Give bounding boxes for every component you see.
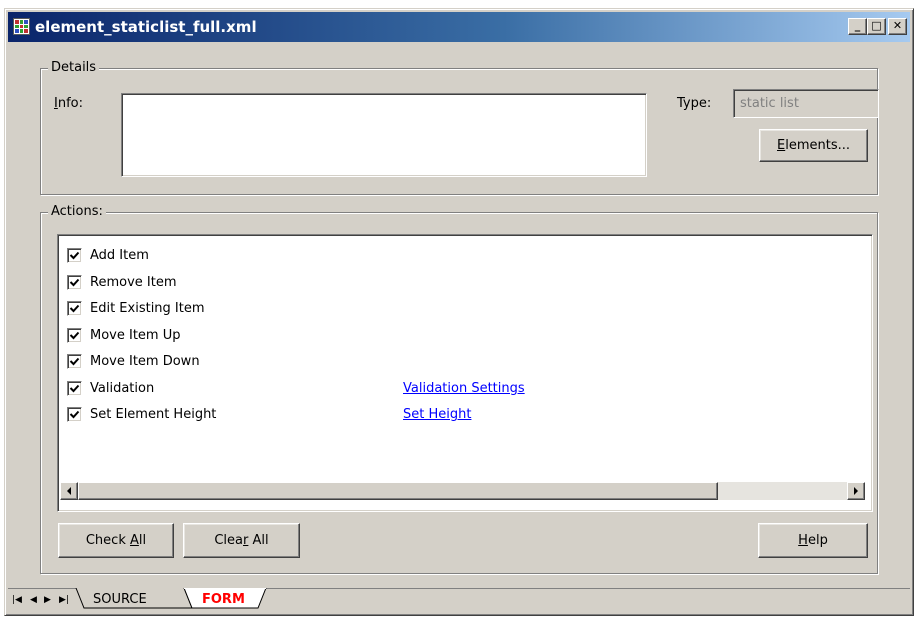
- info-label-text: nfo:: [57, 96, 83, 111]
- list-item[interactable]: Edit Existing Item: [67, 297, 767, 321]
- list-item-label: Set Element Height: [90, 407, 217, 422]
- maximize-icon: □: [871, 19, 882, 32]
- details-legend: Details: [48, 60, 100, 76]
- type-field: static list: [733, 89, 879, 118]
- checkbox[interactable]: [67, 301, 82, 316]
- first-sheet-icon[interactable]: |◀: [12, 595, 22, 605]
- scroll-right-icon: [854, 487, 858, 495]
- prev-sheet-icon[interactable]: ◀: [30, 595, 37, 605]
- clear-all-text-post: All: [248, 533, 269, 548]
- list-item[interactable]: Set Element Height Set Height: [67, 403, 767, 427]
- elements-button-mnemonic: E: [777, 138, 786, 153]
- elements-button-text: lements...: [785, 138, 850, 153]
- minimize-icon: _: [854, 19, 861, 32]
- checkbox[interactable]: [67, 328, 82, 343]
- info-label: Info:: [54, 96, 83, 112]
- list-item-label: Validation: [90, 381, 155, 396]
- elements-button[interactable]: Elements...: [759, 129, 868, 162]
- last-sheet-icon[interactable]: ▶|: [59, 595, 69, 605]
- checkmark-icon: [69, 331, 80, 340]
- check-all-text-post: ll: [138, 533, 147, 548]
- list-item[interactable]: Move Item Up: [67, 324, 767, 348]
- clear-all-button[interactable]: Clear All: [183, 523, 300, 558]
- next-sheet-icon[interactable]: ▶: [44, 595, 51, 605]
- actions-legend: Actions:: [48, 204, 106, 220]
- type-label: Type:: [677, 96, 712, 111]
- help-button[interactable]: Help: [758, 523, 868, 558]
- info-textarea[interactable]: [121, 93, 647, 177]
- scrollbar-thumb[interactable]: [78, 482, 718, 500]
- sheet-tab-bar: |◀ ◀ ▶ ▶| SOURCE FORM: [8, 588, 910, 612]
- list-item[interactable]: Validation Validation Settings: [67, 377, 767, 401]
- checkmark-icon: [69, 384, 80, 393]
- list-item[interactable]: Remove Item: [67, 271, 767, 295]
- scroll-left-button[interactable]: [60, 482, 78, 500]
- help-mnemonic: H: [798, 533, 808, 548]
- list-item-label: Remove Item: [90, 275, 177, 290]
- checkbox[interactable]: [67, 248, 82, 263]
- clear-all-text-pre: Clea: [214, 533, 244, 548]
- checkmark-icon: [69, 304, 80, 313]
- list-item[interactable]: Move Item Down: [67, 350, 767, 374]
- title-bar[interactable]: element_staticlist_full.xml _ □ ✕: [8, 12, 910, 42]
- actions-list[interactable]: Add Item Remove Item Edit Existing Item Mov…: [57, 234, 873, 512]
- list-item-label: Edit Existing Item: [90, 301, 205, 316]
- check-all-mnemonic: A: [129, 533, 139, 548]
- list-item-label: Add Item: [90, 248, 149, 263]
- checkbox[interactable]: [67, 354, 82, 369]
- settings-link[interactable]: Validation Settings: [403, 381, 525, 397]
- scroll-right-button[interactable]: [847, 482, 865, 500]
- horizontal-scrollbar[interactable]: [60, 482, 865, 500]
- checkmark-icon: [69, 278, 80, 287]
- list-item-label: Move Item Up: [90, 328, 181, 343]
- checkbox[interactable]: [67, 381, 82, 396]
- close-icon: ✕: [892, 19, 903, 32]
- maximize-button[interactable]: □: [867, 18, 886, 35]
- tab-source[interactable]: SOURCE: [93, 592, 147, 608]
- check-all-button[interactable]: Check All: [58, 523, 174, 558]
- close-button[interactable]: ✕: [888, 18, 907, 35]
- checkbox[interactable]: [67, 407, 82, 422]
- tab-form[interactable]: FORM: [202, 592, 245, 608]
- app-icon: [13, 18, 30, 35]
- checkmark-icon: [69, 357, 80, 366]
- list-item[interactable]: Add Item: [67, 244, 767, 268]
- scroll-left-icon: [67, 487, 71, 495]
- help-text: elp: [807, 533, 828, 548]
- check-all-text-pre: Check: [85, 533, 130, 548]
- checkmark-icon: [69, 410, 80, 419]
- minimize-button[interactable]: _: [848, 18, 867, 35]
- window-title: element_staticlist_full.xml: [35, 18, 257, 36]
- list-item-label: Move Item Down: [90, 354, 200, 369]
- checkbox[interactable]: [67, 275, 82, 290]
- checkmark-icon: [69, 251, 80, 260]
- app-window: element_staticlist_full.xml _ □ ✕ Detail…: [4, 8, 914, 616]
- settings-link[interactable]: Set Height: [403, 407, 471, 423]
